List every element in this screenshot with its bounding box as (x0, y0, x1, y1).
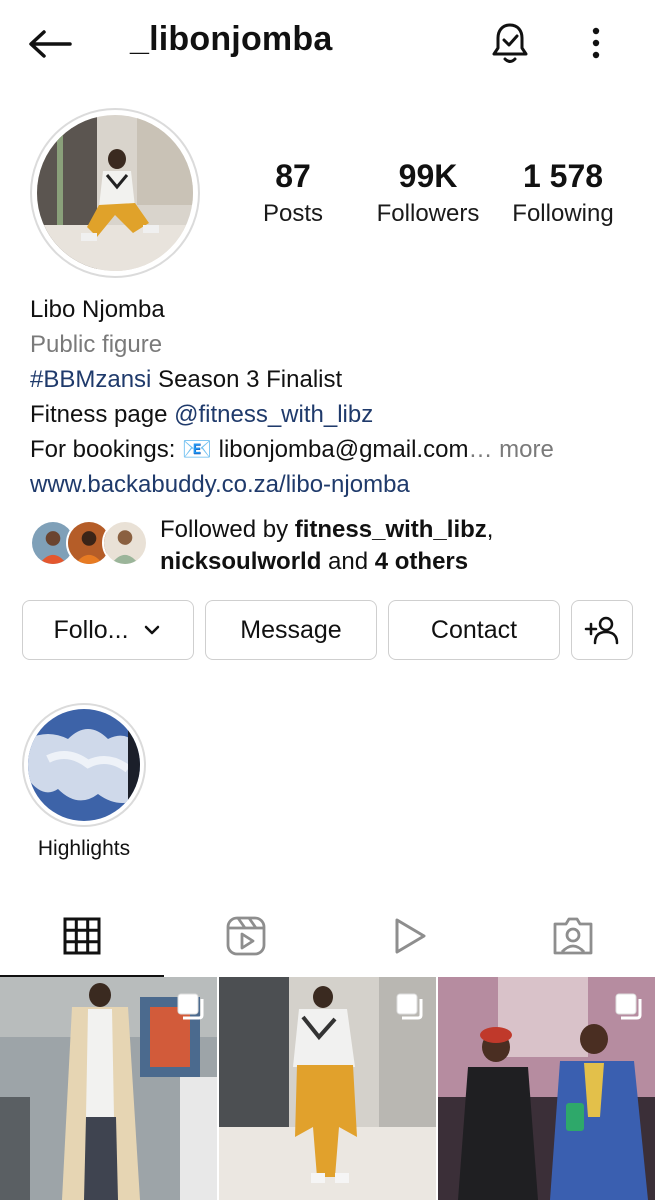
email-emoji-icon: 📧 (182, 436, 212, 463)
profile-category: Public figure (30, 331, 163, 358)
mutual-others[interactable]: 4 others (375, 548, 468, 575)
story-highlight[interactable]: Highlights (22, 703, 146, 861)
followers-count[interactable]: 99K Followers (363, 156, 493, 232)
profile-tabs (0, 895, 655, 977)
message-button[interactable]: Message (205, 600, 377, 660)
followed-prefix: Followed by (160, 516, 295, 543)
bio-email: libonjomba@gmail.com (211, 436, 469, 463)
bio-line-2: Fitness page @fitness_with_libz (30, 397, 640, 432)
message-button-label: Message (240, 615, 342, 644)
bio-text: Season 3 Finalist (151, 366, 343, 393)
post-thumbnail[interactable] (219, 977, 436, 1200)
profile-avatar[interactable] (30, 108, 200, 278)
following-dropdown-button[interactable]: Follo... (22, 600, 194, 660)
followed-by-row[interactable]: Followed by fitness_with_libz, nicksoulwo… (30, 514, 640, 584)
back-button[interactable] (26, 24, 74, 64)
tab-reels[interactable] (164, 895, 328, 977)
post-thumbnail[interactable] (0, 977, 217, 1200)
following-value: 1 578 (522, 158, 604, 194)
profile-name: Libo Njomba (30, 296, 165, 323)
website-link[interactable]: www.backabuddy.co.za/libo-njomba (30, 467, 640, 502)
highlight-ring (22, 703, 146, 827)
arrow-left-icon (29, 30, 72, 58)
suggest-users-button[interactable] (571, 600, 633, 660)
posts-count[interactable]: 87 Posts (228, 156, 358, 232)
highlight-label: Highlights (37, 837, 131, 860)
mutual-user-1[interactable]: fitness_with_libz (295, 516, 487, 543)
bell-check-icon (492, 23, 528, 63)
posts-grid (0, 977, 655, 1200)
followers-label: Followers (376, 200, 480, 227)
grid-icon (63, 917, 101, 955)
following-label: Following (512, 200, 614, 227)
tab-posts-grid[interactable] (0, 895, 164, 977)
followers-value: 99K (398, 158, 458, 194)
posts-label: Posts (262, 200, 324, 227)
highlight-cover (28, 709, 140, 821)
mutual-user-2[interactable]: nicksoulworld (160, 548, 321, 575)
tagged-icon (553, 917, 593, 955)
separator: , (486, 516, 494, 543)
mutual-avatars (30, 520, 150, 570)
more-options-button[interactable] (580, 20, 612, 66)
notifications-button[interactable] (486, 20, 534, 66)
more-link[interactable]: … more (468, 436, 553, 463)
following-button-label: Follo... (53, 615, 129, 644)
mention-link[interactable]: @fitness_with_libz (174, 401, 373, 428)
reels-icon (226, 916, 266, 956)
tab-videos[interactable] (328, 895, 492, 977)
chevron-down-icon (144, 625, 159, 635)
vertical-dots-icon (592, 27, 600, 59)
bio-text: For bookings: (30, 436, 183, 463)
profile-username: _libonjomba (130, 20, 333, 58)
multiple-photos-icon (177, 993, 204, 1020)
bio-line-1: #BBMzansi Season 3 Finalist (30, 362, 640, 397)
multiple-photos-icon (396, 993, 423, 1020)
bio-line-3: For bookings: 📧 libonjomba@gmail.com… mo… (30, 432, 640, 467)
tab-tagged[interactable] (491, 895, 655, 977)
multiple-photos-icon (615, 993, 642, 1020)
contact-button-label: Contact (430, 615, 518, 644)
and-text: and (321, 548, 375, 575)
top-bar: _libonjomba (0, 0, 655, 90)
posts-value: 87 (275, 158, 311, 194)
avatar (102, 520, 148, 566)
video-play-icon (395, 918, 426, 954)
contact-button[interactable]: Contact (388, 600, 560, 660)
avatar-image (37, 115, 193, 271)
hashtag-link[interactable]: #BBMzansi (30, 366, 151, 393)
profile-bio: Libo Njomba Public figure #BBMzansi Seas… (30, 292, 640, 502)
bio-text: Fitness page (30, 401, 175, 428)
followed-by-text: Followed by fitness_with_libz, nicksoulwo… (160, 514, 640, 578)
following-count[interactable]: 1 578 Following (498, 156, 628, 232)
add-person-icon (584, 616, 619, 645)
post-thumbnail[interactable] (438, 977, 655, 1200)
